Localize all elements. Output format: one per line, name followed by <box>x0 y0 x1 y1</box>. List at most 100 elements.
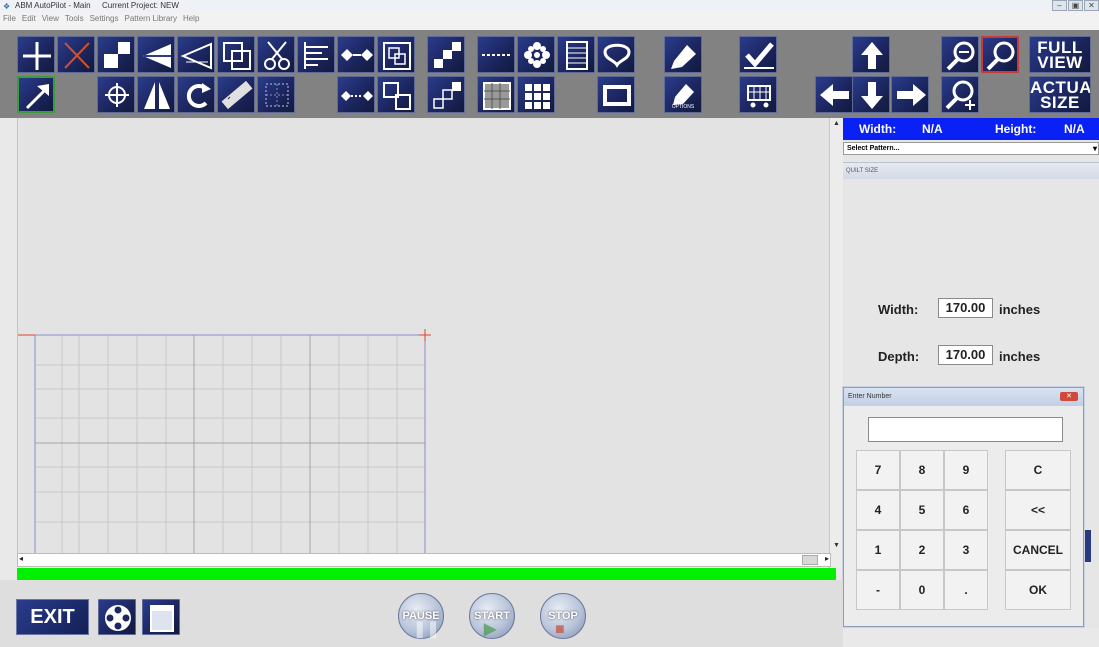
zoom-in-button[interactable] <box>941 76 979 113</box>
pause-button[interactable]: ❚❚ PAUSE <box>398 593 444 639</box>
key-0[interactable]: 0 <box>900 570 944 610</box>
cancel-button[interactable]: CANCEL <box>1005 530 1071 570</box>
key-2[interactable]: 2 <box>900 530 944 570</box>
backspace-button[interactable]: << <box>1005 490 1071 530</box>
options-button[interactable]: OPTIONS <box>664 76 702 113</box>
menu-settings[interactable]: Settings <box>90 12 119 30</box>
quilt-width-label: Width: <box>878 302 919 317</box>
crosshair-icon <box>23 42 51 70</box>
crosshair-tool-button[interactable] <box>17 36 55 73</box>
design-canvas[interactable] <box>17 118 836 554</box>
zoom-out-button[interactable] <box>941 36 979 73</box>
select-arrow-button[interactable] <box>17 76 55 113</box>
menu-help[interactable]: Help <box>183 12 199 30</box>
key-9[interactable]: 9 <box>944 450 988 490</box>
window-icon <box>150 605 174 632</box>
grid-select-button[interactable] <box>257 76 295 113</box>
exit-button[interactable]: EXIT <box>16 599 89 635</box>
key-7[interactable]: 7 <box>856 450 900 490</box>
line-tool-button[interactable] <box>477 36 515 73</box>
key-3[interactable]: 3 <box>944 530 988 570</box>
menu-tools[interactable]: Tools <box>65 12 84 30</box>
close-icon[interactable]: ✕ <box>1060 392 1078 401</box>
film-reel-button[interactable] <box>98 599 136 635</box>
progress-bar <box>17 568 836 580</box>
chevron-down-icon[interactable]: ▾ <box>1093 143 1097 154</box>
scroll-down-icon[interactable]: ▼ <box>833 542 840 549</box>
stair-outline-button[interactable] <box>427 76 465 113</box>
menu-view[interactable]: View <box>42 12 59 30</box>
resize-tool-button[interactable] <box>217 36 255 73</box>
minimize-icon[interactable]: – <box>1052 0 1067 11</box>
confirm-button[interactable] <box>739 36 777 73</box>
group-tool-button[interactable] <box>377 36 415 73</box>
ok-button[interactable]: OK <box>1005 570 1071 610</box>
key-8[interactable]: 8 <box>900 450 944 490</box>
stair-tool-button[interactable] <box>427 36 465 73</box>
restore-icon[interactable]: ▣ <box>1068 0 1083 11</box>
center-target-button[interactable] <box>97 76 135 113</box>
zoom-window-button[interactable] <box>981 36 1019 73</box>
quilt-depth-unit: inches <box>999 349 1041 364</box>
quilt-width-input[interactable]: 170.00 <box>938 298 993 318</box>
window-controls: – ▣ ✕ <box>1051 0 1099 12</box>
key-4[interactable]: 4 <box>856 490 900 530</box>
pattern-select[interactable]: Select Pattern... ▾ <box>843 142 1099 155</box>
offset-boxes-button[interactable] <box>377 76 415 113</box>
cut-tool-button[interactable] <box>257 36 295 73</box>
title-bar: ❖ ABM AutoPilot - Main Current Project: … <box>0 0 1099 12</box>
dimensions-bar: Width: N/A Height: N/A <box>843 118 1099 140</box>
align-tool-button[interactable] <box>297 36 335 73</box>
stretch-tool-button[interactable] <box>177 36 215 73</box>
frame-button[interactable] <box>597 76 635 113</box>
menu-edit[interactable]: Edit <box>22 12 36 30</box>
rotate-button[interactable] <box>177 76 215 113</box>
move-right-button[interactable] <box>891 76 929 113</box>
measure-button[interactable] <box>217 76 255 113</box>
menu-pattern-library[interactable]: Pattern Library <box>124 12 176 30</box>
move-down-button[interactable] <box>852 76 890 113</box>
flower-icon <box>524 42 550 68</box>
fill-pattern-button[interactable] <box>477 76 515 113</box>
canvas-horizontal-scrollbar[interactable]: ◂ ▸ <box>17 553 831 567</box>
ruler-icon <box>221 80 253 110</box>
key-decimal[interactable]: . <box>944 570 988 610</box>
clear-button[interactable]: C <box>1005 450 1071 490</box>
stop-button[interactable]: ■ STOP <box>540 593 586 639</box>
scroll-right-icon[interactable]: ▸ <box>825 554 829 563</box>
delete-tool-button[interactable] <box>57 36 95 73</box>
array-grid-button[interactable] <box>517 76 555 113</box>
mirror-button[interactable] <box>137 76 175 113</box>
left-margin <box>0 118 17 580</box>
start-button[interactable]: ▶ START <box>469 593 515 639</box>
connect-dots-button[interactable] <box>337 76 375 113</box>
loop-tool-button[interactable] <box>597 36 635 73</box>
move-up-button[interactable] <box>852 36 890 73</box>
ladder-tool-button[interactable] <box>557 36 595 73</box>
align-lines-icon <box>304 42 328 69</box>
cart-button[interactable] <box>739 76 777 113</box>
number-input[interactable] <box>868 417 1063 442</box>
scroll-up-icon[interactable]: ▲ <box>833 120 840 127</box>
window-button[interactable] <box>142 599 180 635</box>
key-6[interactable]: 6 <box>944 490 988 530</box>
menu-file[interactable]: File <box>3 12 16 30</box>
quilt-size-header: QUILT SIZE <box>843 163 1099 179</box>
triangle-tool-button[interactable] <box>137 36 175 73</box>
connect-tool-button[interactable] <box>337 36 375 73</box>
bottom-bar: EXIT ❚❚ PAUSE ▶ START ■ STOP <box>0 580 843 647</box>
move-left-button[interactable] <box>815 76 853 113</box>
pen-tool-button[interactable] <box>664 36 702 73</box>
close-icon[interactable]: ✕ <box>1084 0 1099 11</box>
canvas-vertical-scrollbar[interactable]: ▲ ▼ <box>829 118 844 568</box>
full-view-button[interactable]: FULL VIEW <box>1029 36 1091 73</box>
quilt-depth-input[interactable]: 170.00 <box>938 345 993 365</box>
flower-tool-button[interactable] <box>517 36 555 73</box>
scroll-thumb[interactable] <box>802 555 818 565</box>
actual-size-button[interactable]: ACTUAL SIZE <box>1029 76 1091 113</box>
scroll-left-icon[interactable]: ◂ <box>19 554 23 563</box>
key-minus[interactable]: - <box>856 570 900 610</box>
key-5[interactable]: 5 <box>900 490 944 530</box>
block-tool-button[interactable] <box>97 36 135 73</box>
key-1[interactable]: 1 <box>856 530 900 570</box>
